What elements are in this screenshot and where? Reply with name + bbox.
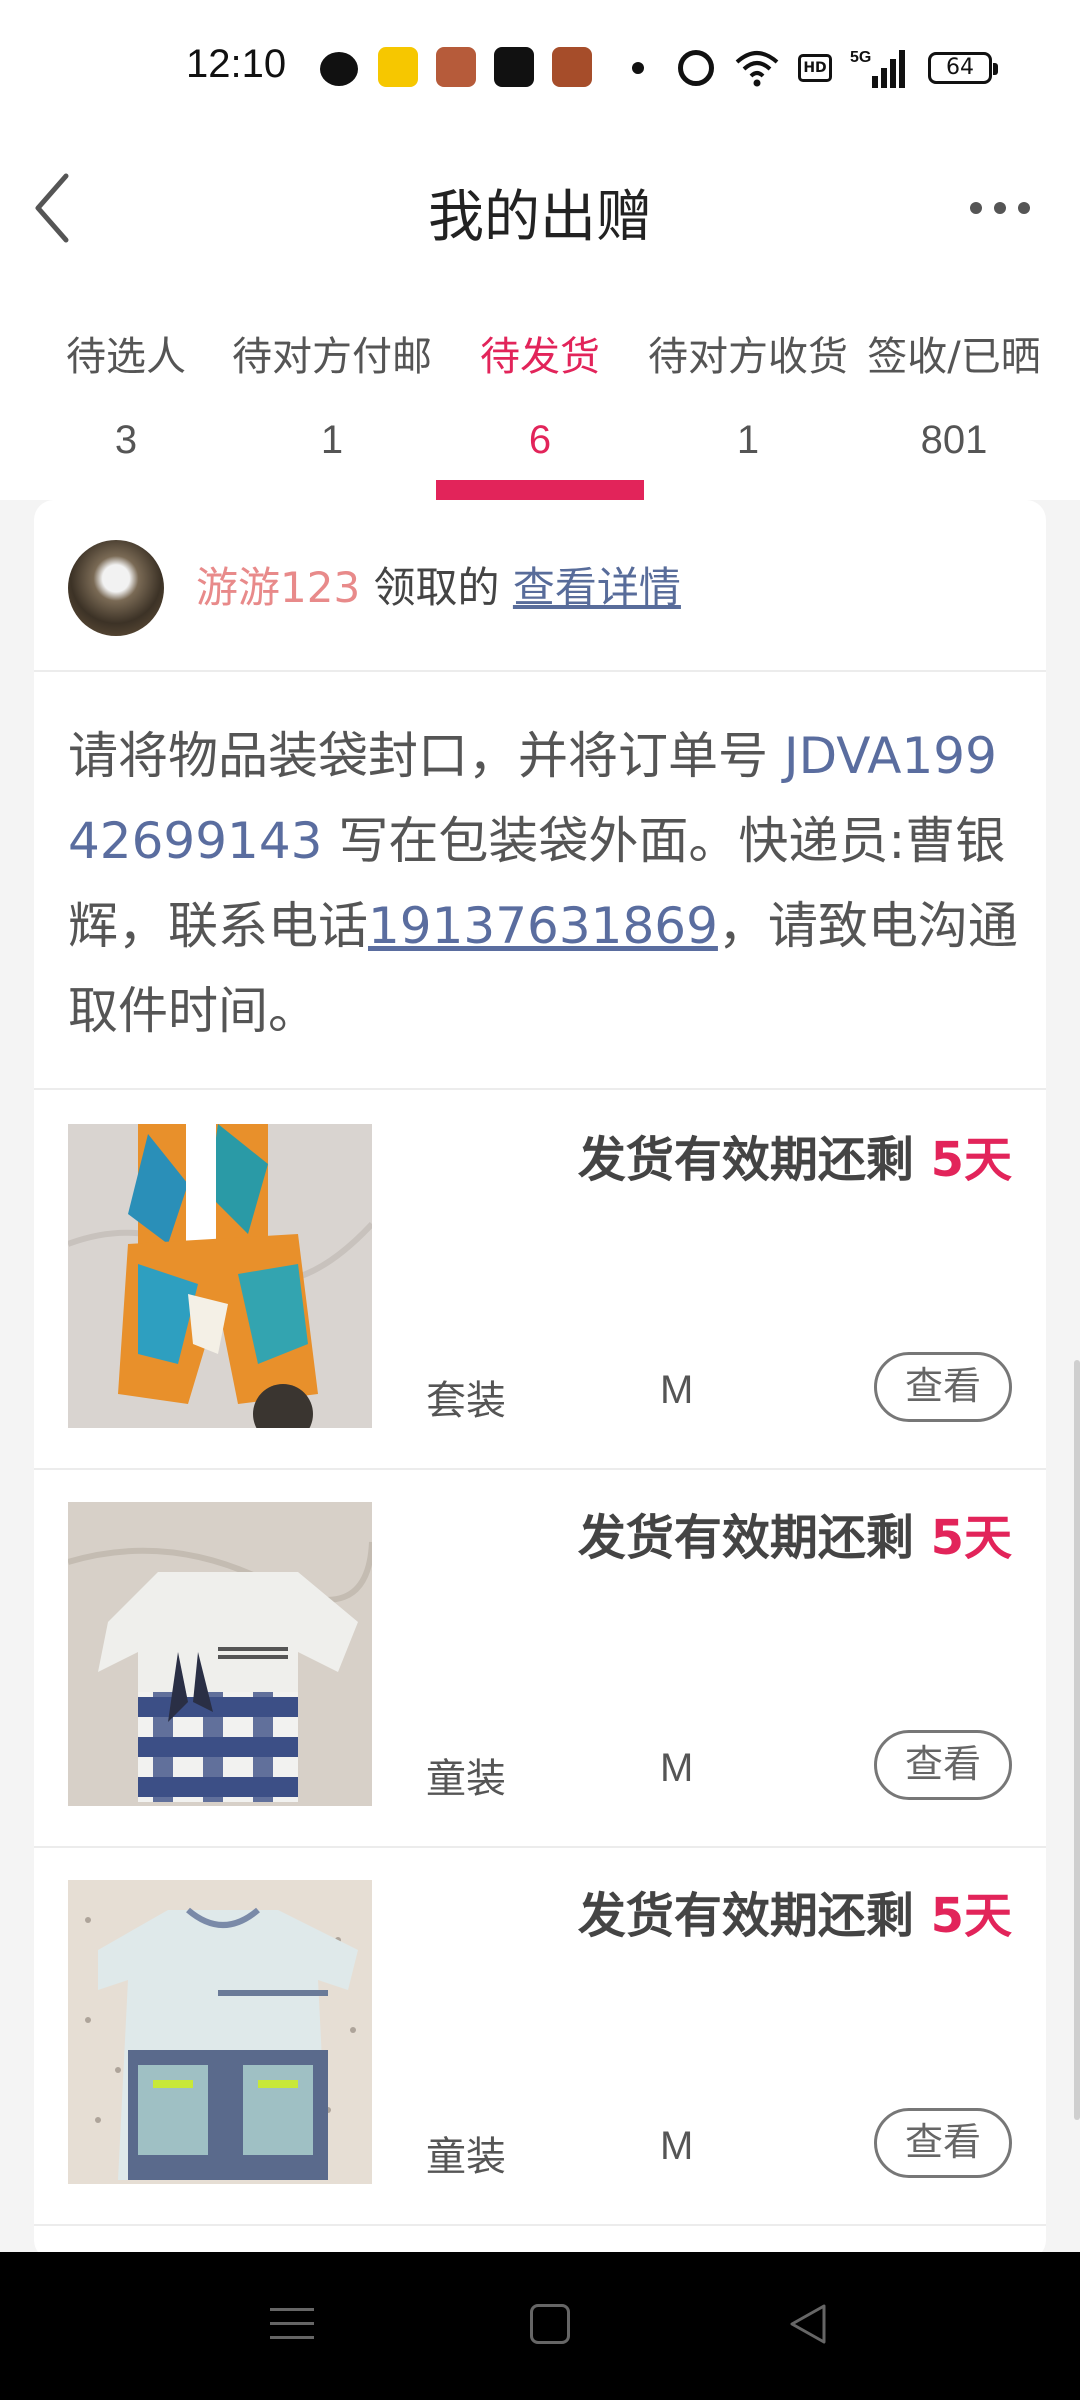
- network-label: 5G: [850, 49, 871, 66]
- dot-icon: [1018, 202, 1030, 214]
- item-size: M: [660, 2124, 694, 2168]
- view-button[interactable]: 查看: [874, 1730, 1012, 1800]
- wechat-icon: [320, 52, 358, 86]
- days-remaining: 5天: [930, 1888, 1012, 1944]
- dot-icon: [632, 62, 644, 74]
- tab-label: 签收/已晒: [867, 334, 1041, 380]
- dot-icon: [994, 202, 1006, 214]
- avatar[interactable]: [68, 540, 164, 636]
- view-button[interactable]: 查看: [874, 1352, 1012, 1422]
- view-button[interactable]: 查看: [874, 2108, 1012, 2178]
- system-nav-bar: [0, 2252, 1080, 2400]
- days-remaining: 5天: [930, 1132, 1012, 1188]
- tab-count: 1: [736, 418, 760, 462]
- item-category: 套装: [426, 1378, 506, 1424]
- donor-suffix: 领取的: [373, 563, 500, 612]
- status-tabs: 待选人 3 待对方付邮 1 待发货 6 待对方收货 1 签收/已晒 801: [0, 300, 1080, 500]
- tab-pending-postage[interactable]: 待对方付邮 1: [224, 300, 440, 500]
- hd-icon: HD: [798, 54, 832, 82]
- alarm-icon: [678, 50, 714, 86]
- active-tab-indicator: [436, 480, 644, 500]
- courier-phone-link[interactable]: 19137631869: [368, 897, 718, 955]
- menu-line: [270, 2336, 314, 2339]
- app-icon: [378, 47, 418, 87]
- home-button[interactable]: [530, 2304, 570, 2344]
- menu-line: [270, 2308, 314, 2311]
- donor-name[interactable]: 游游123: [196, 563, 360, 612]
- header: 我的出赠: [0, 136, 1080, 286]
- menu-line: [270, 2322, 314, 2325]
- list-item: 发货有效期还剩 5天 童装 M 查看: [34, 1468, 1046, 1848]
- item-size: M: [660, 1368, 694, 1412]
- game-icon: [552, 47, 592, 87]
- item-photo[interactable]: [68, 1880, 372, 2184]
- dot-icon: [970, 202, 982, 214]
- page-title: 我的出赠: [428, 185, 652, 250]
- item-photo[interactable]: [68, 1124, 372, 1428]
- deadline-label: 发货有效期还剩: [577, 1132, 931, 1188]
- list-item: 发货有效期还剩 5天 童装 M 查看: [34, 1846, 1046, 2226]
- shipping-deadline: 发货有效期还剩 5天: [578, 1120, 1012, 1190]
- more-options-button[interactable]: [960, 176, 1040, 236]
- tab-received-shared[interactable]: 签收/已晒 801: [846, 300, 1062, 500]
- tab-label: 待对方收货: [648, 334, 848, 380]
- tab-pending-receipt[interactable]: 待对方收货 1: [640, 300, 856, 500]
- item-photo[interactable]: [68, 1502, 372, 1806]
- signal-icon: 5G: [850, 49, 905, 88]
- wifi-icon: [735, 51, 779, 87]
- tab-count: 801: [920, 418, 988, 462]
- tab-label: 待发货: [480, 334, 600, 380]
- scrollbar[interactable]: [1074, 1360, 1080, 2120]
- item-category: 童装: [426, 1756, 506, 1802]
- donor-text: 游游123 领取的 查看详情: [196, 554, 681, 615]
- days-remaining: 5天: [930, 1510, 1012, 1566]
- tab-label: 待选人: [66, 334, 186, 380]
- tab-pending-shipment[interactable]: 待发货 6: [432, 300, 648, 500]
- status-time: 12:10: [186, 42, 287, 86]
- tab-count: 3: [114, 418, 138, 462]
- order-list: 游游123 领取的 查看详情 请将物品装袋封口，并将订单号 JDVA199426…: [0, 500, 1080, 2252]
- shipping-deadline: 发货有效期还剩 5天: [578, 1498, 1012, 1568]
- deadline-label: 发货有效期还剩: [577, 1888, 931, 1944]
- shipping-deadline: 发货有效期还剩 5天: [578, 1876, 1012, 1946]
- tab-label: 待对方付邮: [232, 334, 432, 380]
- status-bar: 12:10 HD 5G 64: [0, 0, 1080, 136]
- recent-apps-button[interactable]: [270, 2302, 314, 2346]
- item-category: 童装: [426, 2134, 506, 2180]
- nav-back-button[interactable]: [786, 2300, 830, 2348]
- item-size: M: [660, 1746, 694, 1790]
- order-card: 游游123 领取的 查看详情 请将物品装袋封口，并将订单号 JDVA199426…: [34, 500, 1046, 2252]
- tiktok-icon: [494, 47, 534, 87]
- view-details-link[interactable]: 查看详情: [513, 563, 681, 612]
- tab-count: 1: [320, 418, 344, 462]
- shipping-instruction: 请将物品装袋封口，并将订单号 JDVA19942699143 写在包装袋外面。快…: [68, 714, 1018, 1054]
- instruction-text: 请将物品装袋封口，并将订单号: [68, 727, 784, 785]
- tab-count: 6: [528, 418, 552, 462]
- deadline-label: 发货有效期还剩: [577, 1510, 931, 1566]
- list-item: 发货有效期还剩 5天 套装 M 查看: [34, 1090, 1046, 1470]
- battery-icon: 64: [928, 52, 998, 84]
- donor-row: 游游123 领取的 查看详情: [34, 500, 1046, 672]
- game-icon: [436, 47, 476, 87]
- tab-pending-selection[interactable]: 待选人 3: [18, 300, 234, 500]
